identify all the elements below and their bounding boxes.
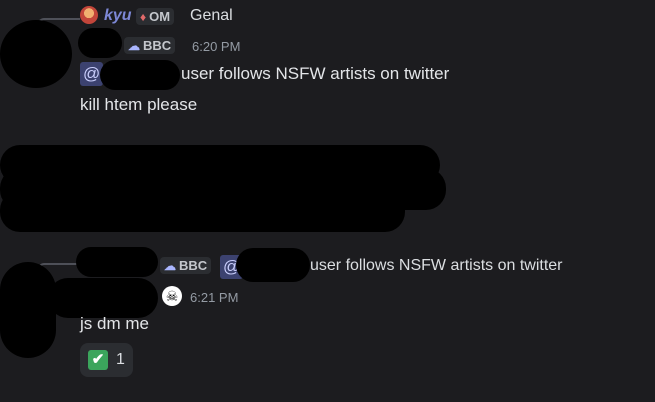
reply-mention-redacted — [236, 248, 310, 282]
server-tag-bbc[interactable]: ☁ BBC — [124, 37, 176, 54]
gem-icon: ♦ — [140, 9, 147, 24]
server-tag-label: OM — [149, 9, 171, 24]
skull-icon[interactable]: ☠ — [162, 286, 182, 306]
chat-window: { "reply1": { "username": "kyu", "badge_… — [0, 0, 655, 402]
reply-avatar-redacted[interactable] — [76, 247, 158, 277]
reply-username[interactable]: kyu — [104, 7, 132, 25]
avatar-kyu[interactable] — [80, 6, 98, 24]
cloud-icon: ☁ — [128, 38, 140, 53]
server-tag-om[interactable]: ♦ OM — [136, 8, 175, 25]
server-tag-bbc-reply[interactable]: ☁ BBC — [160, 257, 212, 274]
reply-preview-text[interactable]: user follows NSFW artists on twitter — [310, 257, 563, 275]
username-redacted[interactable] — [48, 278, 158, 318]
cloud-icon: ☁ — [164, 258, 176, 273]
reaction-check[interactable]: ✔ 1 — [80, 343, 133, 377]
mention-redacted — [100, 60, 180, 90]
message-timestamp[interactable]: 6:20 PM — [192, 39, 240, 54]
message-timestamp[interactable]: 6:21 PM — [190, 290, 238, 305]
avatar-redacted[interactable] — [0, 20, 72, 88]
username-redacted[interactable] — [78, 28, 122, 58]
message-line-1: user follows NSFW artists on twitter — [181, 64, 450, 83]
avatar-redacted[interactable] — [0, 262, 56, 358]
server-tag-label: BBC — [179, 258, 208, 273]
message-text: js dm me — [80, 314, 149, 333]
server-tag-label: BBC — [143, 38, 172, 53]
reaction-count: 1 — [116, 351, 125, 368]
reply-preview-text[interactable]: Genal — [190, 7, 233, 25]
check-icon: ✔ — [88, 350, 108, 370]
redacted-block — [0, 190, 405, 232]
message-line-2: kill htem please — [80, 95, 198, 114]
